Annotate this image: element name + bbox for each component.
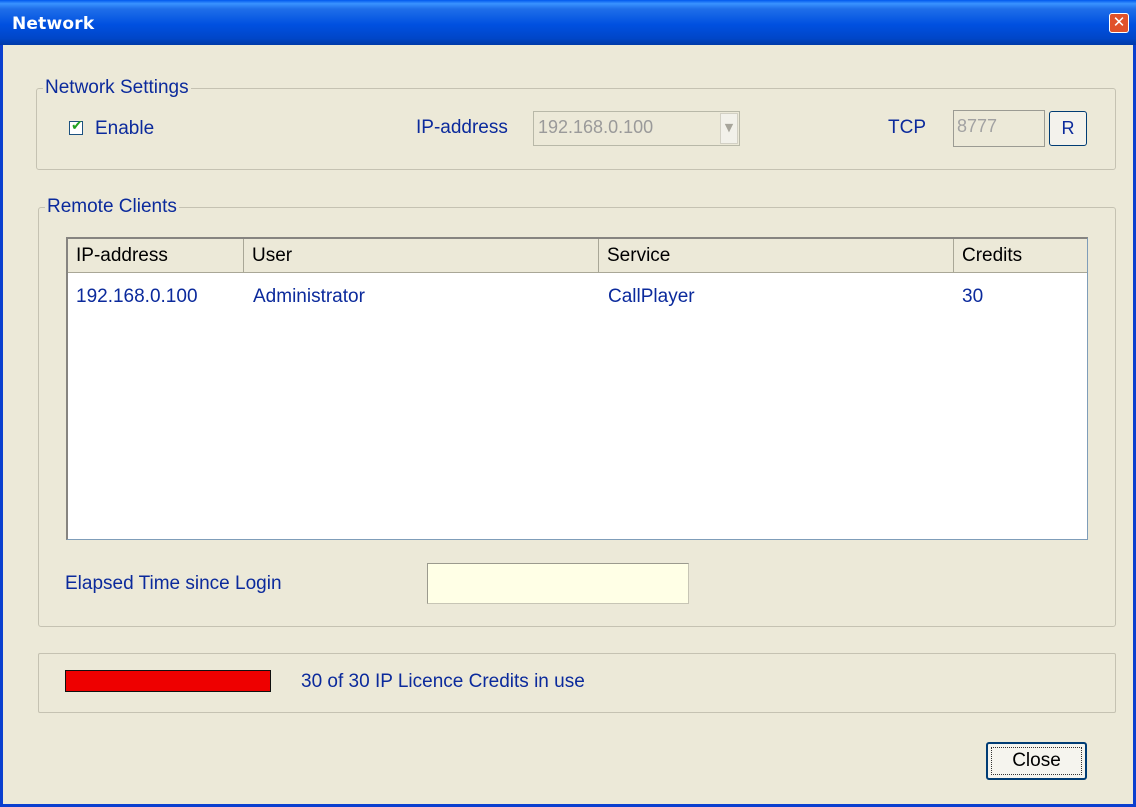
enable-checkbox[interactable]: ✔ [69,118,83,135]
window-title: Network [12,14,95,34]
chevron-down-icon[interactable]: ▼ [720,113,738,144]
tcp-label: TCP [888,117,926,138]
ip-address-select[interactable]: 192.168.0.100 ▼ [533,111,740,146]
elapsed-time-label: Elapsed Time since Login [65,573,282,594]
ip-address-value: 192.168.0.100 [538,117,654,137]
ip-address-label: IP-address [416,117,508,138]
table-row[interactable]: 192.168.0.100 Administrator CallPlayer 3… [68,272,1087,307]
remote-clients-legend: Remote Clients [45,196,179,218]
cell-user: Administrator [253,286,365,307]
network-dialog: Network ✕ Network Settings ✔ Enable IP-a… [0,0,1136,807]
tcp-port-value: 8777 [957,116,998,136]
title-bar[interactable]: Network ✕ [0,0,1136,45]
tcp-port-field[interactable]: 8777 [953,110,1045,147]
column-header-ip-address[interactable]: IP-address [68,239,244,272]
remote-clients-list[interactable]: IP-address User Service Credits 192.168.… [66,237,1088,540]
cell-credits: 30 [962,286,984,307]
close-button-label: Close [1012,750,1061,771]
cell-ip-address: 192.168.0.100 [76,286,198,307]
close-icon[interactable]: ✕ [1109,13,1129,33]
close-button[interactable]: Close [986,742,1087,780]
column-header-service[interactable]: Service [599,239,954,272]
elapsed-time-field [427,563,689,604]
licence-credit-bar [65,670,271,692]
column-header-credits[interactable]: Credits [954,239,1087,272]
licence-credits-text: 30 of 30 IP Licence Credits in use [301,671,585,692]
column-header-user[interactable]: User [244,239,599,272]
checkmark-icon: ✔ [71,118,83,134]
cell-service: CallPlayer [608,286,695,307]
reset-port-button[interactable]: R [1049,111,1087,146]
network-settings-legend: Network Settings [43,77,191,99]
enable-label[interactable]: Enable [95,118,154,140]
list-header: IP-address User Service Credits [68,239,1087,273]
